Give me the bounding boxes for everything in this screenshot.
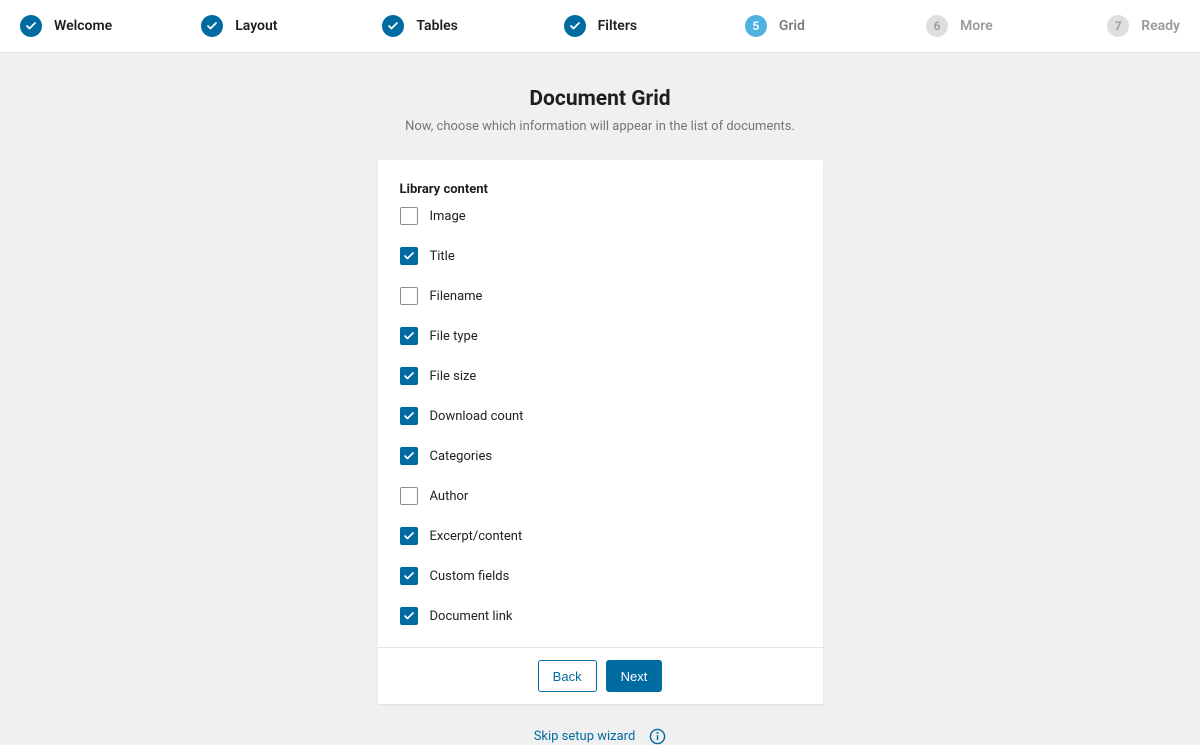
checkbox-row-author[interactable]: Author: [400, 487, 801, 505]
options-card: Library content Image Title Filename File t…: [378, 160, 823, 704]
page-subtitle: Now, choose which information will appea…: [0, 119, 1200, 134]
next-button[interactable]: Next: [606, 660, 663, 692]
step-label: Layout: [235, 18, 277, 34]
check-icon: [564, 15, 586, 37]
checkbox-row-filename[interactable]: Filename: [400, 287, 801, 305]
check-icon: [20, 15, 42, 37]
checkbox[interactable]: [400, 287, 418, 305]
step-label: Grid: [779, 18, 805, 34]
checkbox[interactable]: [400, 247, 418, 265]
checkbox-row-title[interactable]: Title: [400, 247, 801, 265]
skip-row: Skip setup wizard: [0, 728, 1200, 745]
checkbox-row-document-link[interactable]: Document link: [400, 607, 801, 625]
checkbox-row-image[interactable]: Image: [400, 207, 801, 225]
checkbox-row-file-size[interactable]: File size: [400, 367, 801, 385]
step-tables[interactable]: Tables: [382, 15, 563, 37]
step-layout[interactable]: Layout: [201, 15, 382, 37]
wizard-main: Document Grid Now, choose which informat…: [0, 53, 1200, 745]
step-filters[interactable]: Filters: [564, 15, 745, 37]
step-ready: 7 Ready: [1107, 15, 1180, 37]
wizard-stepper: Welcome Layout Tables Filters 5 Grid 6 More 7 Rea…: [0, 0, 1200, 53]
checkbox-label: Image: [430, 209, 466, 224]
step-more: 6 More: [926, 15, 1107, 37]
card-footer: Back Next: [378, 647, 823, 704]
step-number-icon: 5: [745, 15, 767, 37]
checkbox[interactable]: [400, 487, 418, 505]
step-label: Welcome: [54, 18, 112, 34]
step-label: Ready: [1141, 18, 1180, 34]
options-list: Image Title Filename File type File size Down…: [400, 207, 801, 625]
checkbox[interactable]: [400, 607, 418, 625]
checkbox-label: File type: [430, 329, 478, 344]
step-welcome[interactable]: Welcome: [20, 15, 201, 37]
checkbox-label: Custom fields: [430, 569, 510, 584]
checkbox-label: File size: [430, 369, 477, 384]
checkbox-label: Filename: [430, 289, 483, 304]
checkbox-row-download-count[interactable]: Download count: [400, 407, 801, 425]
checkbox[interactable]: [400, 407, 418, 425]
step-number-icon: 7: [1107, 15, 1129, 37]
step-label: Filters: [598, 18, 637, 34]
checkbox-label: Title: [430, 249, 455, 264]
checkbox[interactable]: [400, 327, 418, 345]
step-label: Tables: [416, 18, 457, 34]
step-number-icon: 6: [926, 15, 948, 37]
info-icon[interactable]: [649, 728, 666, 745]
checkbox[interactable]: [400, 447, 418, 465]
checkbox-row-categories[interactable]: Categories: [400, 447, 801, 465]
checkbox-label: Excerpt/content: [430, 529, 523, 544]
checkbox-label: Download count: [430, 409, 524, 424]
checkbox-row-custom-fields[interactable]: Custom fields: [400, 567, 801, 585]
check-icon: [382, 15, 404, 37]
checkbox-row-excerpt-content[interactable]: Excerpt/content: [400, 527, 801, 545]
step-label: More: [960, 18, 993, 34]
checkbox-label: Author: [430, 489, 469, 504]
checkbox-label: Categories: [430, 449, 493, 464]
page-title: Document Grid: [0, 87, 1200, 111]
section-title: Library content: [400, 182, 801, 197]
checkbox-row-file-type[interactable]: File type: [400, 327, 801, 345]
checkbox[interactable]: [400, 207, 418, 225]
checkbox[interactable]: [400, 567, 418, 585]
step-grid: 5 Grid: [745, 15, 926, 37]
checkbox[interactable]: [400, 367, 418, 385]
check-icon: [201, 15, 223, 37]
checkbox[interactable]: [400, 527, 418, 545]
checkbox-label: Document link: [430, 609, 513, 624]
skip-link[interactable]: Skip setup wizard: [534, 729, 636, 744]
back-button[interactable]: Back: [538, 660, 597, 692]
